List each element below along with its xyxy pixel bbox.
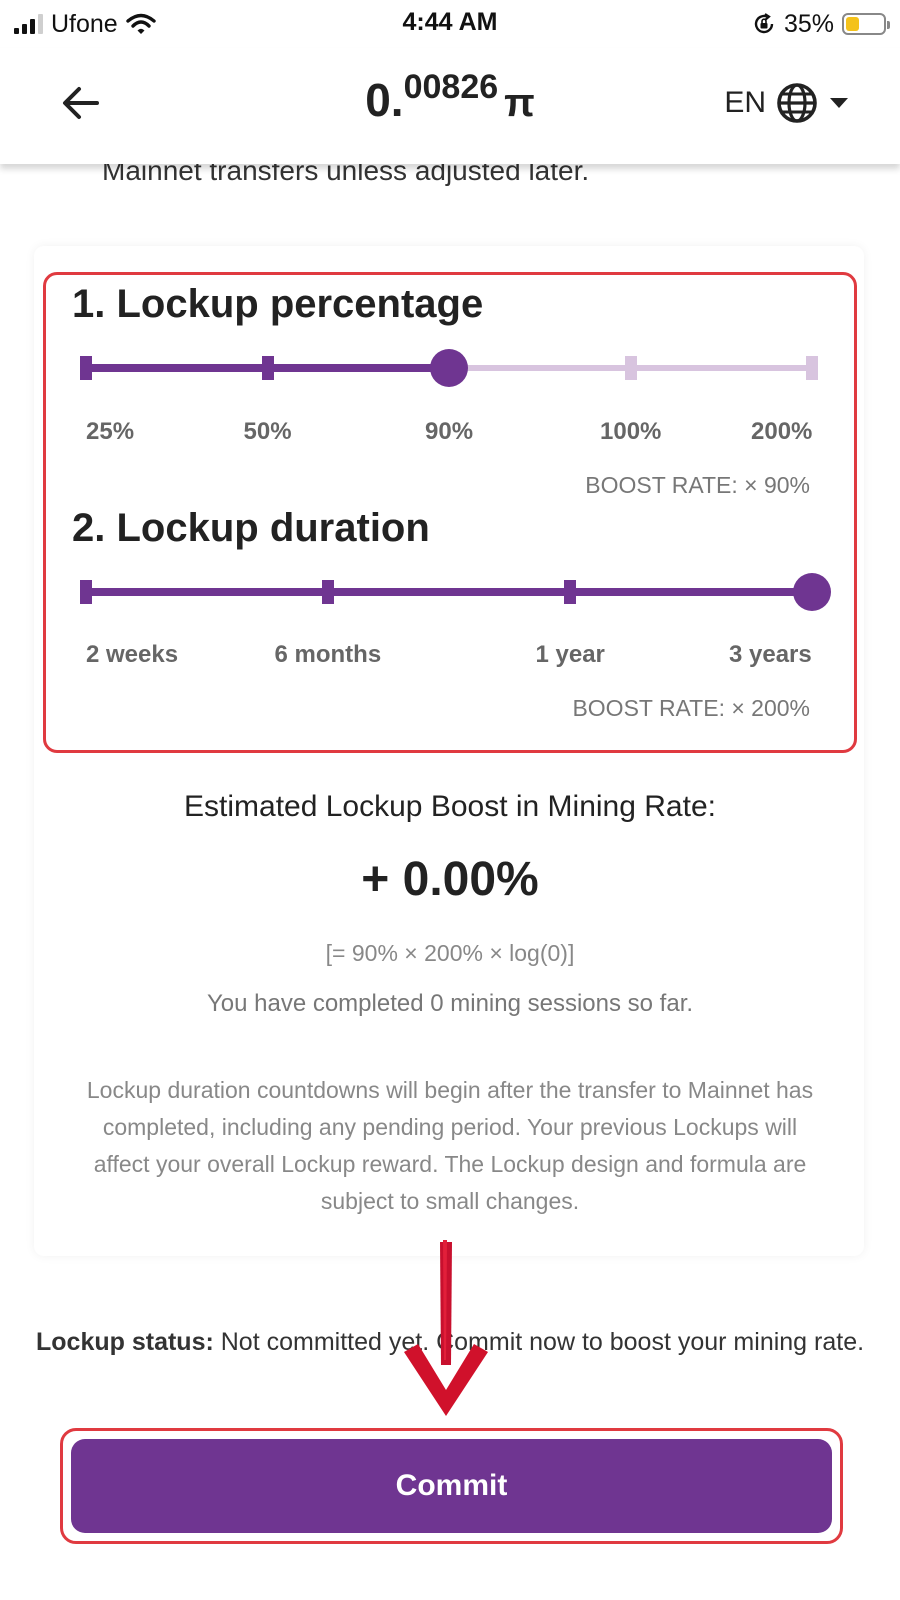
globe-icon xyxy=(777,83,817,123)
chevron-down-icon xyxy=(830,98,848,108)
percentage-option-label[interactable]: 90% xyxy=(425,418,473,446)
lockup-status-label: Lockup status: xyxy=(36,1328,214,1356)
language-code: EN xyxy=(724,86,766,119)
percentage-thumb[interactable] xyxy=(430,349,468,387)
lockup-status-text: Not committed yet. Commit now to boost y… xyxy=(220,1328,865,1356)
duration-option-label[interactable]: 1 year xyxy=(536,641,605,669)
lockup-status: Lockup status: Not committed yet. Commit… xyxy=(36,1316,876,1369)
duration-boost-rate: BOOST RATE: × 200% xyxy=(572,695,810,721)
pi-unit: π xyxy=(504,81,535,125)
lockup-percentage-slider[interactable] xyxy=(80,348,818,388)
percentage-boost-rate: BOOST RATE: × 90% xyxy=(585,472,810,498)
status-right: 35% xyxy=(752,6,890,42)
percentage-option-label[interactable]: 200% xyxy=(751,418,812,446)
balance-integer: 0. xyxy=(365,74,404,126)
app-header: 0.00826 π EN xyxy=(0,48,900,164)
lockup-duration-slider[interactable] xyxy=(80,572,831,612)
status-bar: Ufone 4:44 AM 35% xyxy=(0,0,900,48)
duration-tick[interactable] xyxy=(322,580,334,604)
percentage-tick[interactable] xyxy=(624,356,637,380)
lockup-duration-title: 2. Lockup duration xyxy=(72,506,430,550)
duration-option-label[interactable]: 2 weeks xyxy=(86,641,178,669)
slider-track-fill xyxy=(86,588,812,596)
rotation-lock-icon xyxy=(754,13,774,34)
duration-tick[interactable] xyxy=(80,580,92,604)
percentage-option-label[interactable]: 100% xyxy=(600,418,661,446)
commit-button[interactable]: Commit xyxy=(71,1439,832,1533)
estimate-title: Estimated Lockup Boost in Mining Rate: xyxy=(184,790,716,823)
language-selector[interactable]: EN xyxy=(724,82,850,124)
disclaimer-text: Lockup duration countdowns will begin af… xyxy=(86,1077,814,1214)
percentage-option-label[interactable]: 25% xyxy=(86,418,134,446)
percentage-option-label[interactable]: 50% xyxy=(244,418,292,446)
duration-option-label[interactable]: 3 years xyxy=(729,641,812,669)
percentage-tick[interactable] xyxy=(261,356,274,380)
lockup-duration-labels: 2 weeks 6 months 1 year 3 years xyxy=(86,641,812,673)
estimate-value: + 0.00% xyxy=(361,853,539,906)
lockup-percentage-labels: 25% 50% 90% 100% 200% xyxy=(86,418,812,450)
percentage-tick[interactable] xyxy=(806,356,818,380)
percentage-tick[interactable] xyxy=(80,356,92,380)
lockup-percentage-title: 1. Lockup percentage xyxy=(72,282,484,326)
balance-fraction: 00826 xyxy=(403,68,499,106)
duration-option-label[interactable]: 6 months xyxy=(275,641,382,669)
duration-thumb[interactable] xyxy=(793,573,831,611)
mining-sessions-text: You have completed 0 mining sessions so … xyxy=(206,990,694,1017)
battery-fill xyxy=(846,17,859,31)
duration-tick[interactable] xyxy=(564,580,576,604)
battery-percentage: 35% xyxy=(783,9,834,38)
battery-icon xyxy=(842,13,890,35)
estimate-formula: [= 90% × 200% × log(0)] xyxy=(325,940,575,966)
